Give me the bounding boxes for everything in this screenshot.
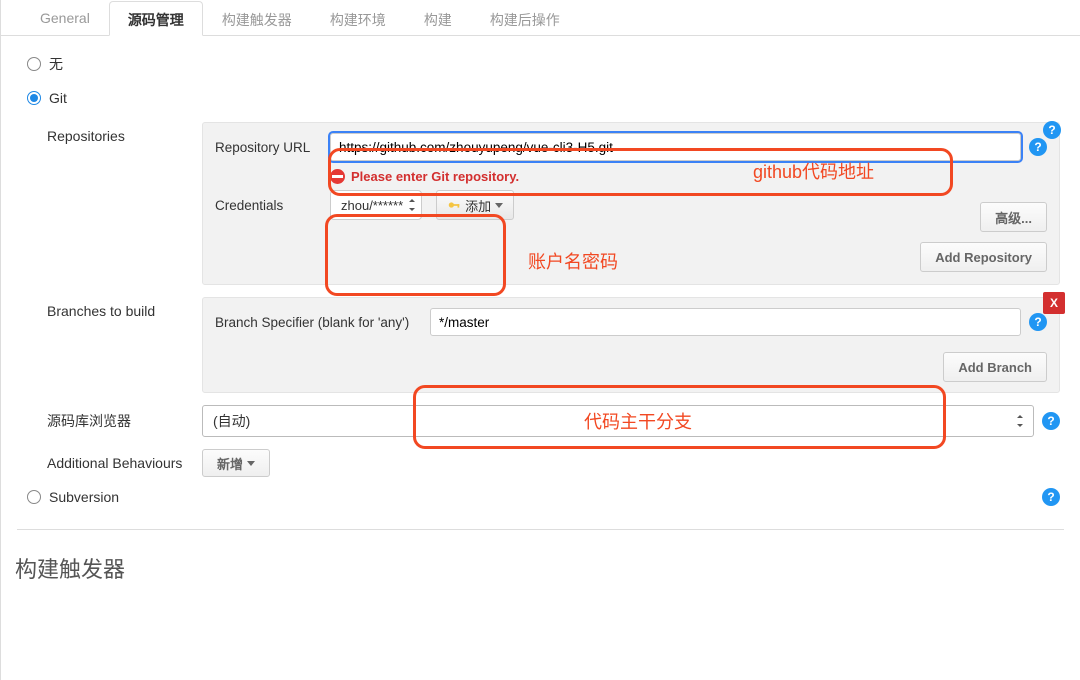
credentials-value: zhou/****** bbox=[341, 198, 403, 213]
add-branch-button[interactable]: Add Branch bbox=[943, 352, 1047, 382]
repo-url-input[interactable] bbox=[330, 133, 1021, 161]
help-icon[interactable]: ? bbox=[1042, 488, 1060, 506]
repo-url-error: Please enter Git repository. bbox=[330, 169, 1047, 184]
credentials-row: Credentials zhou/****** 添加 bbox=[215, 190, 1047, 220]
repo-url-row: Repository URL ? bbox=[215, 133, 1047, 161]
add-repository-button[interactable]: Add Repository bbox=[920, 242, 1047, 272]
help-icon[interactable]: ? bbox=[1042, 412, 1060, 430]
branch-specifier-input[interactable] bbox=[430, 308, 1021, 336]
credentials-label: Credentials bbox=[215, 198, 330, 213]
scm-radio-svn-label: Subversion bbox=[49, 489, 119, 505]
tab-scm[interactable]: 源码管理 bbox=[109, 1, 203, 36]
key-icon bbox=[447, 198, 461, 212]
add-credentials-button[interactable]: 添加 bbox=[436, 190, 514, 220]
git-config-block: Repositories ? Repository URL ? Please e… bbox=[47, 122, 1060, 477]
scm-radio-none[interactable] bbox=[27, 57, 41, 71]
repositories-side-label: Repositories bbox=[47, 122, 202, 144]
scm-radio-none-row: 无 bbox=[27, 54, 1060, 74]
repositories-row: Repositories ? Repository URL ? Please e… bbox=[47, 122, 1060, 285]
repositories-panel: ? Repository URL ? Please enter Git repo… bbox=[202, 122, 1060, 285]
behaviours-add-button[interactable]: 新增 bbox=[202, 449, 270, 477]
advanced-button[interactable]: 高级... bbox=[980, 202, 1047, 232]
repo-url-label: Repository URL bbox=[215, 140, 330, 155]
tab-triggers[interactable]: 构建触发器 bbox=[203, 1, 311, 36]
config-tabs: General 源码管理 构建触发器 构建环境 构建 构建后操作 bbox=[1, 0, 1080, 36]
repo-url-error-text: Please enter Git repository. bbox=[351, 169, 519, 184]
scm-radio-svn-row: Subversion ? bbox=[27, 489, 1060, 505]
branch-specifier-row: Branch Specifier (blank for 'any') ? bbox=[215, 308, 1047, 336]
scm-radio-svn[interactable] bbox=[27, 490, 41, 504]
repo-browser-value: (自动) bbox=[213, 411, 250, 431]
updown-icon bbox=[1015, 416, 1025, 426]
scm-radio-git-label: Git bbox=[49, 90, 67, 106]
tab-build[interactable]: 构建 bbox=[405, 1, 471, 36]
tab-env[interactable]: 构建环境 bbox=[311, 1, 405, 36]
repo-browser-row: 源码库浏览器 (自动) ? bbox=[47, 405, 1060, 437]
branches-row: Branches to build X Branch Specifier (bl… bbox=[47, 297, 1060, 393]
chevron-down-icon bbox=[247, 461, 255, 466]
help-icon[interactable]: ? bbox=[1029, 313, 1047, 331]
jenkins-job-config-page: General 源码管理 构建触发器 构建环境 构建 构建后操作 无 Git R… bbox=[0, 0, 1080, 680]
behaviours-label: Additional Behaviours bbox=[47, 449, 202, 471]
repo-browser-label: 源码库浏览器 bbox=[47, 405, 202, 431]
scm-section: 无 Git Repositories ? Repository URL ? bbox=[1, 36, 1080, 529]
tab-general[interactable]: General bbox=[21, 1, 109, 36]
credentials-select[interactable]: zhou/****** bbox=[330, 190, 422, 220]
repo-browser-select[interactable]: (自动) bbox=[202, 405, 1034, 437]
error-icon bbox=[330, 169, 345, 184]
branch-specifier-label: Branch Specifier (blank for 'any') bbox=[215, 315, 430, 330]
build-triggers-heading: 构建触发器 bbox=[1, 530, 1080, 594]
help-icon[interactable]: ? bbox=[1029, 138, 1047, 156]
scm-radio-git[interactable] bbox=[27, 91, 41, 105]
scm-radio-git-row: Git bbox=[27, 90, 1060, 106]
branches-panel: X Branch Specifier (blank for 'any') ? A… bbox=[202, 297, 1060, 393]
updown-icon bbox=[407, 200, 417, 210]
tab-postbuild[interactable]: 构建后操作 bbox=[471, 1, 579, 36]
branches-side-label: Branches to build bbox=[47, 297, 202, 319]
add-credentials-label: 添加 bbox=[465, 196, 491, 215]
chevron-down-icon bbox=[495, 203, 503, 208]
behaviours-row: Additional Behaviours 新增 bbox=[47, 449, 1060, 477]
scm-radio-none-label: 无 bbox=[49, 54, 63, 74]
